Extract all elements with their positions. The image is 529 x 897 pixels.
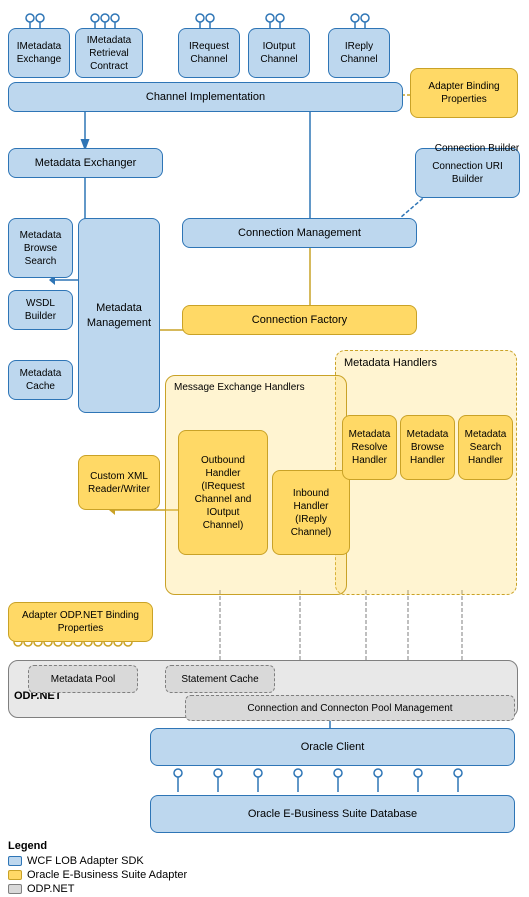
metadata-resolve-handler-box: Metadata Resolve Handler: [342, 415, 397, 480]
imetadata-retrieval-box: IMetadata Retrieval Contract: [75, 28, 143, 78]
connection-uri-builder-box: Connection URI Builder: [415, 148, 520, 198]
ireply-channel-box: IReply Channel: [328, 28, 390, 78]
metadata-management-box: Metadata Management: [78, 218, 160, 413]
legend-label-yellow: Oracle E-Business Suite Adapter: [27, 869, 187, 881]
legend-label-gray: ODP.NET: [27, 883, 74, 895]
metadata-browse-search-box: Metadata Browse Search: [8, 218, 73, 278]
adapter-odp-binding-box: Adapter ODP.NET Binding Properties: [8, 602, 153, 642]
statement-cache-box: Statement Cache: [165, 665, 275, 693]
legend-item-blue: WCF LOB Adapter SDK: [8, 855, 187, 867]
ioutput-channel-box: IOutput Channel: [248, 28, 310, 78]
legend-item-gray: ODP.NET: [8, 883, 187, 895]
imetadata-exchange-box: IMetadata Exchange: [8, 28, 70, 78]
oracle-client-box: Oracle Client: [150, 728, 515, 766]
wsdl-builder-box: WSDL Builder: [8, 290, 73, 330]
channel-impl-box: Channel Implementation: [8, 82, 403, 112]
legend-title: Legend: [8, 840, 187, 852]
connection-factory-box: Connection Factory: [182, 305, 417, 335]
metadata-handlers-label: Metadata Handlers: [344, 357, 437, 369]
legend: Legend WCF LOB Adapter SDK Oracle E-Busi…: [8, 840, 187, 897]
metadata-exchanger-box: Metadata Exchanger: [8, 148, 163, 178]
custom-xml-rw-box: Custom XML Reader/Writer: [78, 455, 160, 510]
legend-label-blue: WCF LOB Adapter SDK: [27, 855, 144, 867]
metadata-browse-handler-box: Metadata Browse Handler: [400, 415, 455, 480]
connection-builder-label: Connection Builder: [433, 143, 521, 154]
metadata-search-handler-box: Metadata Search Handler: [458, 415, 513, 480]
diagram-container: IMetadata Exchange IMetadata Retrieval C…: [0, 0, 529, 20]
msg-exchange-handlers-label: Message Exchange Handlers: [174, 382, 305, 393]
outbound-handler-box: Outbound Handler (IRequest Channel and I…: [178, 430, 268, 555]
oracle-db-box: Oracle E-Business Suite Database: [150, 795, 515, 833]
legend-box-yellow: [8, 870, 22, 880]
connection-management-box: Connection Management: [182, 218, 417, 248]
adapter-binding-props-box: Adapter Binding Properties: [410, 68, 518, 118]
legend-box-blue: [8, 856, 22, 866]
metadata-cache-box: Metadata Cache: [8, 360, 73, 400]
legend-item-yellow: Oracle E-Business Suite Adapter: [8, 869, 187, 881]
metadata-pool-box: Metadata Pool: [28, 665, 138, 693]
connection-pool-mgmt-box: Connection and Connecton Pool Management: [185, 695, 515, 721]
irequest-channel-box: IRequest Channel: [178, 28, 240, 78]
legend-box-gray: [8, 884, 22, 894]
inbound-handler-box: Inbound Handler (IReply Channel): [272, 470, 350, 555]
